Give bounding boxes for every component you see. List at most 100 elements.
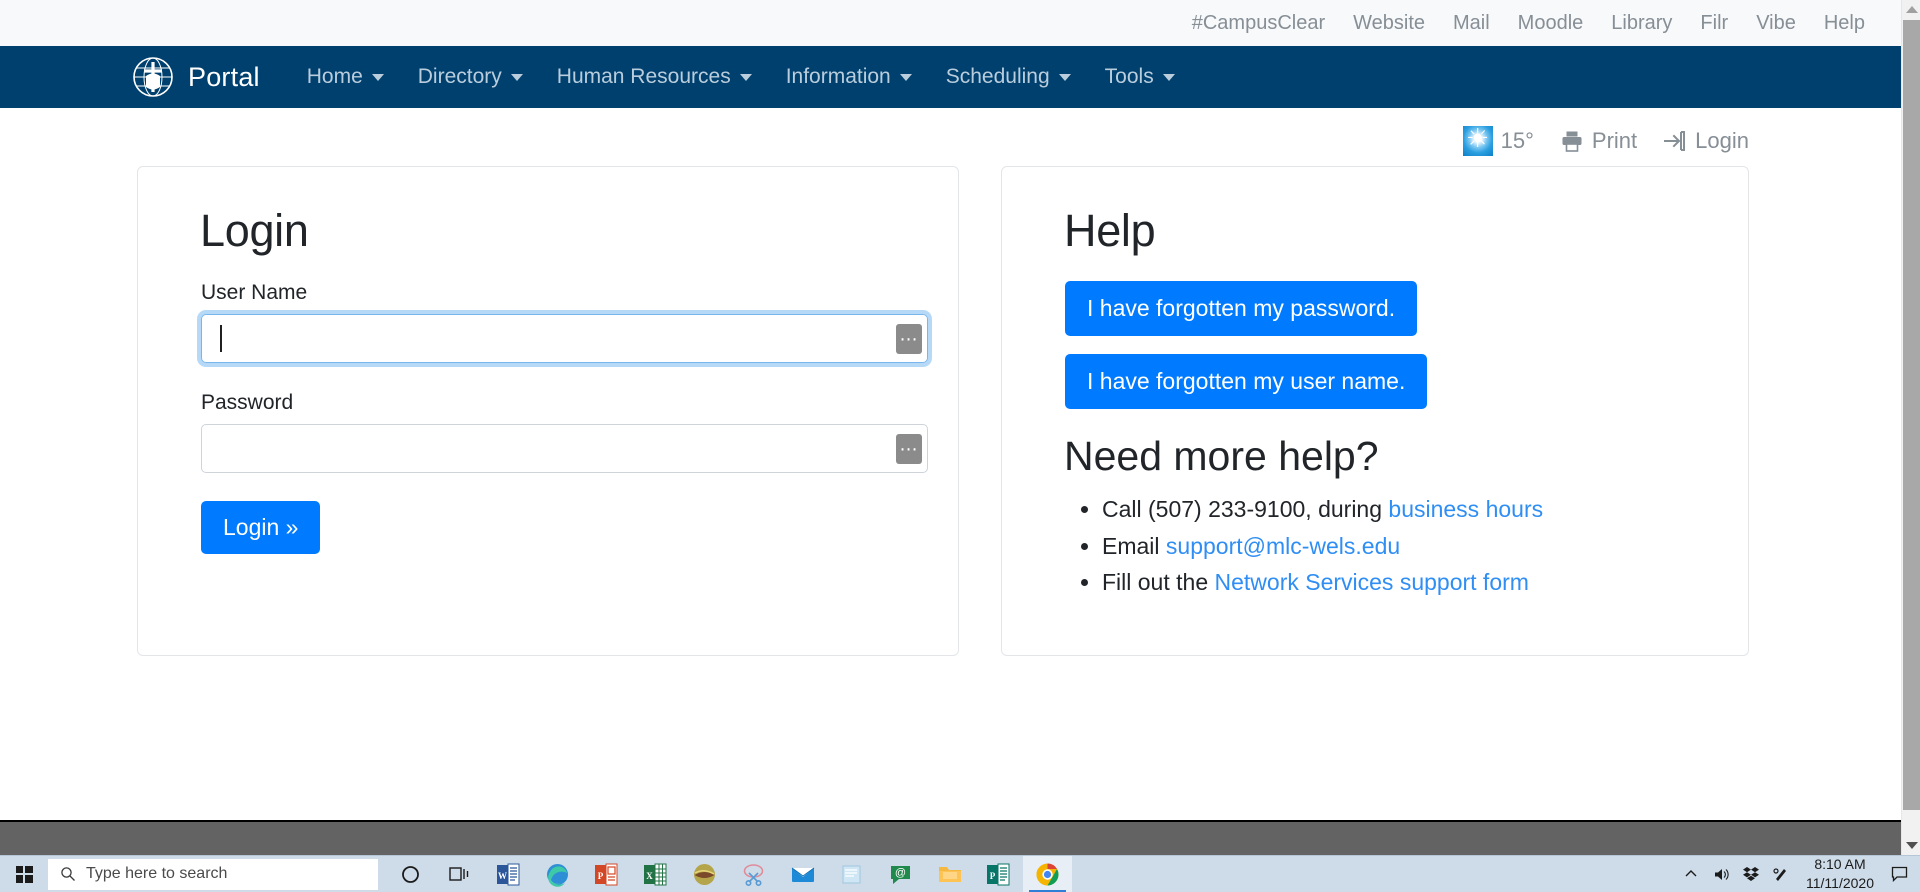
scroll-up-arrow-icon[interactable] (1902, 0, 1920, 19)
ellipsis-autofill-icon[interactable]: ⋯ (896, 323, 922, 354)
login-card: Login User Name ⋯ Password ⋯ Login » (137, 166, 959, 656)
file-explorer-icon[interactable] (925, 856, 974, 892)
system-tray: 8:10 AM 11/11/2020 (1676, 855, 1920, 892)
page-footer-band (0, 820, 1901, 855)
cortana-icon[interactable] (386, 856, 435, 892)
nav-item-information-label: Information (785, 65, 891, 88)
business-hours-link[interactable]: business hours (1388, 496, 1543, 522)
publisher-icon[interactable]: P (974, 856, 1023, 892)
temperature-value: 15° (1500, 128, 1534, 153)
username-input[interactable] (201, 314, 928, 363)
olive-app-icon[interactable] (680, 856, 729, 892)
excel-icon[interactable]: X (631, 856, 680, 892)
utility-link-mail[interactable]: Mail (1439, 0, 1504, 46)
search-icon (61, 867, 75, 881)
login-toolbar-label: Login (1695, 128, 1749, 153)
snipping-tool-icon[interactable] (729, 856, 778, 892)
nav-item-home[interactable]: Home (290, 65, 401, 89)
utility-link-library[interactable]: Library (1597, 0, 1686, 46)
sun-weather-icon (1462, 121, 1493, 156)
help-contact-list: Call (507) 233-9100, during business hou… (1102, 494, 1718, 599)
show-hidden-icons-icon[interactable] (1676, 856, 1706, 892)
utility-link-website[interactable]: Website (1339, 0, 1439, 46)
browser-viewport: #CampusClear Website Mail Moodle Library… (0, 0, 1901, 855)
ellipsis-autofill-icon[interactable]: ⋯ (896, 433, 922, 464)
utility-link-vibe[interactable]: Vibe (1742, 0, 1810, 46)
login-toolbar-button[interactable]: Login (1663, 128, 1749, 154)
chevron-down-icon (371, 73, 384, 81)
groupwise-icon[interactable]: @ (876, 856, 925, 892)
chevron-down-icon (1058, 73, 1071, 81)
globe-cross-emblem-icon (133, 57, 173, 97)
login-submit-button[interactable]: Login » (201, 501, 321, 554)
sign-in-arrow-icon (1664, 131, 1686, 151)
chevron-down-icon (1162, 73, 1175, 81)
taskbar-clock[interactable]: 8:10 AM 11/11/2020 (1796, 855, 1884, 892)
windows-taskbar: Type here to search W P X @ P 8:10 AM 11… (0, 855, 1920, 892)
mail-icon[interactable] (778, 856, 827, 892)
nav-item-human-resources[interactable]: Human Resources (540, 65, 769, 89)
nav-item-scheduling-label: Scheduling (945, 65, 1050, 88)
screen: #CampusClear Website Mail Moodle Library… (0, 0, 1920, 892)
help-card-title: Help (1064, 205, 1156, 256)
notification-center-icon[interactable] (1884, 856, 1914, 892)
utility-link-help[interactable]: Help (1810, 0, 1879, 46)
password-label: Password (201, 391, 294, 414)
brand-name: Portal (188, 61, 260, 92)
taskbar-search-input[interactable]: Type here to search (48, 858, 378, 890)
utility-link-filr[interactable]: Filr (1686, 0, 1742, 46)
windows-start-icon[interactable] (0, 856, 48, 892)
nav-item-directory-label: Directory (417, 65, 502, 88)
printer-icon (1562, 131, 1582, 152)
dropbox-icon[interactable] (1736, 856, 1766, 892)
task-view-icon[interactable] (435, 856, 484, 892)
login-card-title: Login (200, 205, 309, 256)
edge-icon[interactable] (533, 856, 582, 892)
taskbar-search-placeholder: Type here to search (86, 865, 228, 882)
navbar-links: Home Directory Human Resources Informati… (290, 65, 1192, 89)
utility-link-moodle[interactable]: Moodle (1504, 0, 1598, 46)
print-label: Print (1591, 128, 1638, 153)
network-pen-icon[interactable] (1766, 856, 1796, 892)
chevron-down-icon (899, 73, 912, 81)
print-button[interactable]: Print (1560, 128, 1637, 154)
brand[interactable]: Portal (132, 56, 260, 98)
call-text: Call (507) 233-9100, during (1102, 496, 1389, 522)
chevron-down-icon (510, 73, 523, 81)
password-field-wrap: ⋯ (201, 424, 928, 473)
nav-item-directory[interactable]: Directory (401, 65, 540, 89)
password-input[interactable] (201, 424, 928, 473)
volume-icon[interactable] (1706, 856, 1736, 892)
nav-item-home-label: Home (306, 65, 363, 88)
powerpoint-icon[interactable]: P (582, 856, 631, 892)
main-navbar: Portal Home Directory Human Resources In… (0, 46, 1901, 108)
page-toolbar: 15° Print Login (0, 108, 1901, 166)
chevron-down-icon (739, 73, 752, 81)
nav-item-tools[interactable]: Tools (1088, 65, 1192, 89)
vertical-scrollbar[interactable] (1901, 0, 1920, 855)
support-email-link[interactable]: support@mlc-wels.edu (1166, 533, 1400, 559)
forgot-username-button[interactable]: I have forgotten my user name. (1065, 354, 1428, 409)
nav-item-information[interactable]: Information (769, 65, 929, 89)
weather-widget[interactable]: 15° (1462, 121, 1534, 156)
forgot-password-button[interactable]: I have forgotten my password. (1065, 281, 1418, 336)
list-item: Call (507) 233-9100, during business hou… (1102, 494, 1718, 526)
form-text: Fill out the (1102, 569, 1215, 596)
sticky-notes-icon[interactable] (827, 856, 876, 892)
svg-text:P: P (990, 871, 996, 881)
utility-link-campusclear[interactable]: #CampusClear (1178, 0, 1339, 46)
nav-item-scheduling[interactable]: Scheduling (929, 65, 1088, 89)
clock-time: 8:10 AM (1814, 856, 1866, 873)
word-icon[interactable]: W (484, 856, 533, 892)
clock-date: 11/11/2020 (1806, 875, 1874, 891)
scroll-down-arrow-icon[interactable] (1902, 836, 1920, 855)
svg-text:X: X (646, 871, 653, 881)
nav-item-human-resources-label: Human Resources (556, 65, 731, 88)
svg-text:P: P (598, 871, 604, 881)
list-item: Email support@mlc-wels.edu (1102, 531, 1718, 563)
scrollbar-thumb[interactable] (1903, 20, 1920, 810)
chrome-icon[interactable] (1023, 855, 1072, 892)
support-form-link[interactable]: Network Services support form (1215, 569, 1529, 595)
taskbar-app-icons: W P X @ P (386, 855, 1072, 892)
list-item: Fill out the Network Services support fo… (1102, 567, 1718, 599)
